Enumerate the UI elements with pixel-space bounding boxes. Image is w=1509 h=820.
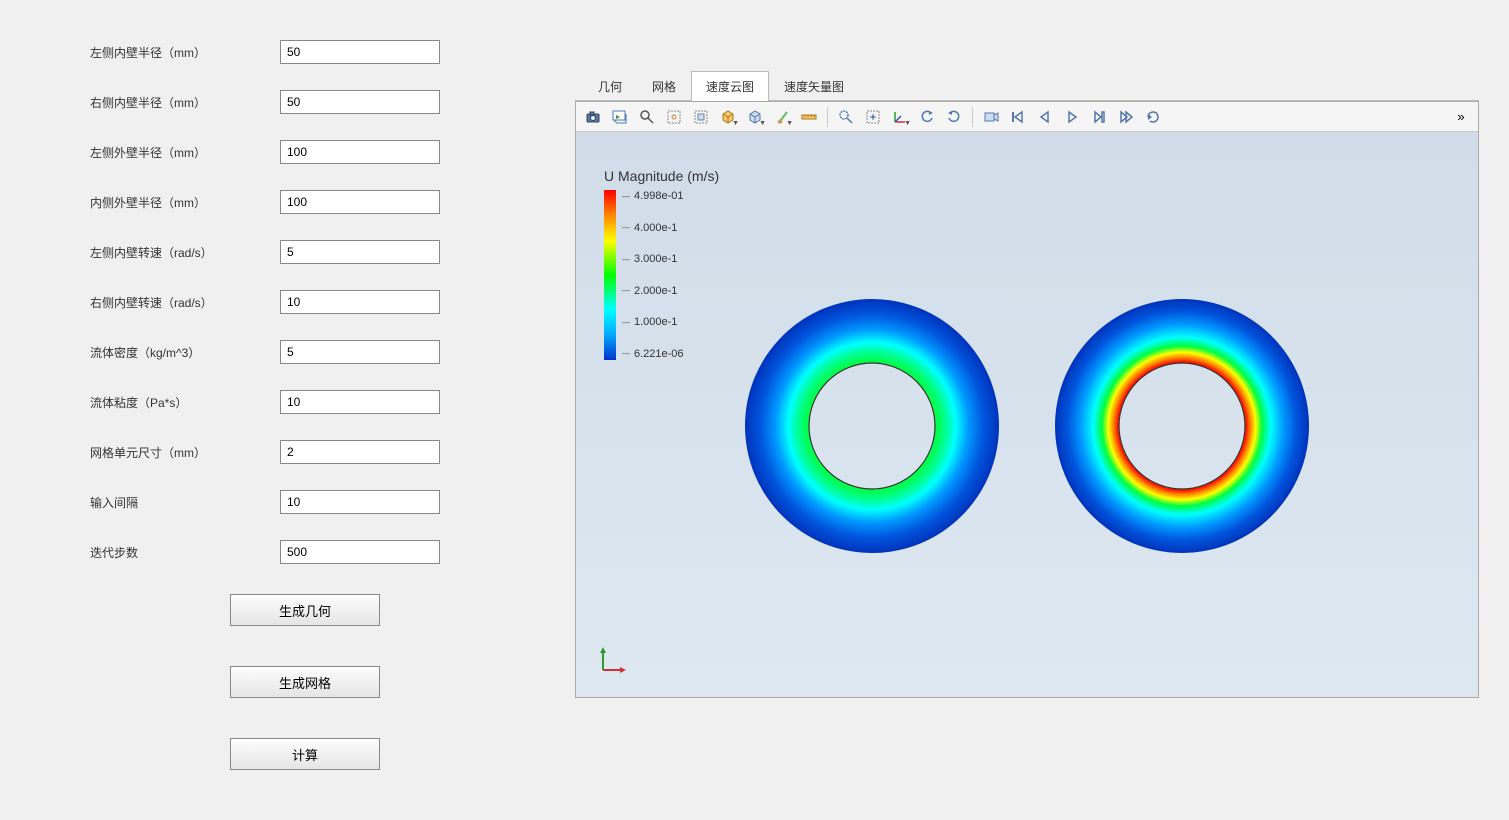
compute-button[interactable]: 计算 — [230, 738, 380, 770]
form-row: 输入间隔 — [90, 490, 535, 514]
form-input[interactable] — [280, 190, 440, 214]
form-row: 左侧内壁转速（rad/s） — [90, 240, 535, 264]
form-input[interactable] — [280, 490, 440, 514]
viewer-tabs: 几何网格速度云图速度矢量图 — [575, 70, 1479, 101]
form-row: 左侧外壁半径（mm） — [90, 140, 535, 164]
form-label: 左侧外壁半径（mm） — [90, 144, 280, 161]
tab-1[interactable]: 网格 — [637, 71, 691, 101]
next-frame-icon[interactable] — [1086, 105, 1112, 129]
form-label: 右侧内壁半径（mm） — [90, 94, 280, 111]
camera-view-icon[interactable] — [978, 105, 1004, 129]
form-input[interactable] — [280, 290, 440, 314]
legend-tick: 4.000e-1 — [622, 222, 684, 234]
viewer-frame: ▼▼▼▼» U Magnitude (m/s) 4.998e-014.000e-… — [575, 101, 1479, 698]
parameters-panel: 左侧内壁半径（mm） 右侧内壁半径（mm） 左侧外壁半径（mm） 内侧外壁半径（mm）… — [0, 0, 575, 820]
generate-mesh-button[interactable]: 生成网格 — [230, 666, 380, 698]
form-row: 左侧内壁半径（mm） — [90, 40, 535, 64]
form-label: 左侧内壁转速（rad/s） — [90, 244, 280, 261]
first-frame-icon[interactable] — [1005, 105, 1031, 129]
toolbar-separator — [972, 107, 973, 127]
right-annulus — [1052, 296, 1312, 556]
last-frame-icon[interactable] — [1113, 105, 1139, 129]
form-label: 输入间隔 — [90, 494, 280, 511]
form-row: 流体密度（kg/m^3） — [90, 340, 535, 364]
legend-title: U Magnitude (m/s) — [604, 168, 719, 184]
viewer-toolbar: ▼▼▼▼» — [576, 102, 1478, 132]
axis-gizmo-icon — [598, 645, 628, 675]
view-3d-icon[interactable]: ▼ — [742, 105, 768, 129]
form-label: 迭代步数 — [90, 544, 280, 561]
generate-geometry-button[interactable]: 生成几何 — [230, 594, 380, 626]
form-row: 右侧内壁半径（mm） — [90, 90, 535, 114]
form-input[interactable] — [280, 340, 440, 364]
form-label: 左侧内壁半径（mm） — [90, 44, 280, 61]
form-label: 流体密度（kg/m^3） — [90, 344, 280, 361]
form-input[interactable] — [280, 390, 440, 414]
tab-3[interactable]: 速度矢量图 — [769, 71, 859, 101]
viewer-panel: 几何网格速度云图速度矢量图 ▼▼▼▼» U Magnitude (m/s) 4.… — [575, 0, 1509, 820]
box-3d-icon[interactable]: ▼ — [715, 105, 741, 129]
form-row: 迭代步数 — [90, 540, 535, 564]
form-input[interactable] — [280, 140, 440, 164]
loop-icon[interactable] — [1140, 105, 1166, 129]
legend-tick: 1.000e-1 — [622, 316, 684, 328]
form-label: 内侧外壁半径（mm） — [90, 194, 280, 211]
prev-frame-icon[interactable] — [1032, 105, 1058, 129]
toolbar-overflow-button[interactable]: » — [1448, 105, 1474, 129]
legend-tick: 4.998e-01 — [622, 190, 684, 202]
ruler-icon[interactable] — [796, 105, 822, 129]
legend-tick: 6.221e-06 — [622, 348, 684, 360]
form-label: 流体粘度（Pa*s） — [90, 394, 280, 411]
form-input[interactable] — [280, 90, 440, 114]
zoom-icon[interactable] — [634, 105, 660, 129]
left-annulus — [742, 296, 1002, 556]
rotate-ccw-icon[interactable] — [914, 105, 940, 129]
recorder-icon[interactable] — [607, 105, 633, 129]
rotate-cw-icon[interactable] — [941, 105, 967, 129]
legend-ticks: 4.998e-01 4.000e-1 3.000e-1 2.000e-1 1.000e-… — [622, 190, 684, 360]
form-row: 网格单元尺寸（mm） — [90, 440, 535, 464]
legend-tick: 2.000e-1 — [622, 285, 684, 297]
center-icon[interactable] — [860, 105, 886, 129]
form-input[interactable] — [280, 240, 440, 264]
legend-tick: 3.000e-1 — [622, 253, 684, 265]
tab-0[interactable]: 几何 — [583, 71, 637, 101]
form-row: 右侧内壁转速（rad/s） — [90, 290, 535, 314]
camera-icon[interactable] — [580, 105, 606, 129]
form-row: 内侧外壁半径（mm） — [90, 190, 535, 214]
toolbar-separator — [827, 107, 828, 127]
render-canvas[interactable]: U Magnitude (m/s) 4.998e-01 4.000e-1 3.000… — [576, 132, 1478, 697]
brush-icon[interactable]: ▼ — [769, 105, 795, 129]
picker-icon[interactable] — [833, 105, 859, 129]
form-input[interactable] — [280, 40, 440, 64]
play-icon[interactable] — [1059, 105, 1085, 129]
contour-plot — [742, 296, 1312, 556]
form-label: 网格单元尺寸（mm） — [90, 444, 280, 461]
colorbar-legend: U Magnitude (m/s) 4.998e-01 4.000e-1 3.000… — [604, 168, 719, 360]
tab-2[interactable]: 速度云图 — [691, 71, 769, 101]
selection-icon[interactable] — [688, 105, 714, 129]
form-label: 右侧内壁转速（rad/s） — [90, 294, 280, 311]
box-zoom-icon[interactable] — [661, 105, 687, 129]
form-row: 流体粘度（Pa*s） — [90, 390, 535, 414]
form-input[interactable] — [280, 540, 440, 564]
axes-icon[interactable]: ▼ — [887, 105, 913, 129]
form-input[interactable] — [280, 440, 440, 464]
colorbar-icon — [604, 190, 616, 360]
